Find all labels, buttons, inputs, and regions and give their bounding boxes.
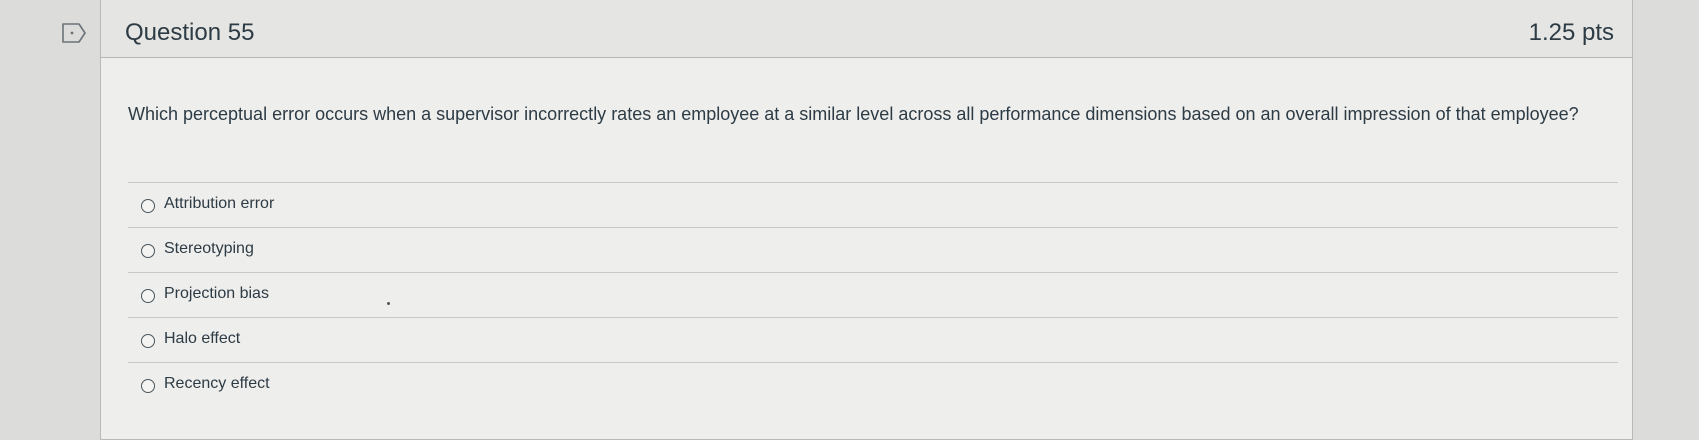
radio-button[interactable] bbox=[141, 289, 155, 303]
answer-label[interactable]: Recency effect bbox=[164, 375, 270, 393]
question-header: Question 55 1.25 pts bbox=[101, 0, 1632, 58]
answer-option[interactable]: Projection bias bbox=[128, 272, 1618, 317]
radio-button[interactable] bbox=[141, 199, 155, 213]
answer-option[interactable]: Stereotyping bbox=[128, 227, 1618, 272]
question-points: 1.25 pts bbox=[1528, 19, 1614, 46]
answer-list: Attribution error Stereotyping Projectio… bbox=[128, 182, 1618, 407]
question-text: Which perceptual error occurs when a sup… bbox=[128, 104, 1579, 124]
answer-option[interactable]: Attribution error bbox=[128, 182, 1618, 227]
flag-question-icon[interactable] bbox=[61, 22, 87, 44]
radio-button[interactable] bbox=[141, 334, 155, 348]
answer-label[interactable]: Projection bias bbox=[164, 285, 269, 303]
answer-label[interactable]: Stereotyping bbox=[164, 240, 254, 258]
question-card: Question 55 1.25 pts Which perceptual er… bbox=[100, 0, 1633, 440]
question-title: Question 55 bbox=[125, 19, 255, 46]
answer-option[interactable]: Recency effect bbox=[128, 362, 1618, 407]
answer-label[interactable]: Halo effect bbox=[164, 330, 240, 348]
screen-speck bbox=[387, 302, 390, 305]
answer-option[interactable]: Halo effect bbox=[128, 317, 1618, 362]
radio-button[interactable] bbox=[141, 379, 155, 393]
answer-label[interactable]: Attribution error bbox=[164, 195, 274, 213]
radio-button[interactable] bbox=[141, 244, 155, 258]
